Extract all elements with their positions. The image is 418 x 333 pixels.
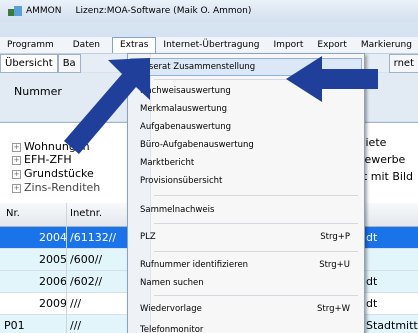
header-inetnr[interactable]: Inetnr. — [70, 208, 102, 219]
cell-inetnr: /600// — [70, 253, 103, 266]
menu-item-plz[interactable]: PLZ Strg+P — [130, 228, 360, 246]
menu-item-sammelnachweis[interactable]: Sammelnachweis — [130, 201, 360, 219]
menu-programm[interactable]: Programm — [0, 37, 61, 53]
menu-item-marktbericht[interactable]: Marktbericht — [130, 154, 360, 172]
shortcut-label: Strg+U — [319, 260, 350, 270]
cell-nr: P01 — [4, 319, 25, 332]
cell-nr: 2005 — [39, 253, 67, 266]
menu-separator — [154, 195, 358, 196]
shortcut-label: Strg+W — [317, 304, 350, 314]
menu-item-namen-suchen[interactable]: Namen suchen — [130, 274, 360, 292]
tree-item-zins-renditeh[interactable]: + Zins-Renditeh — [12, 181, 100, 194]
menu-daten[interactable]: Daten — [61, 37, 112, 53]
tree-item-grundstuecke[interactable]: + Grundstücke — [12, 167, 94, 180]
menu-separator — [154, 295, 358, 296]
cell-inetnr: /// — [70, 297, 82, 310]
cell-nr: 2009 — [39, 297, 67, 310]
expand-icon[interactable]: + — [12, 184, 21, 193]
cell-location: dt — [366, 275, 378, 288]
menu-separator — [154, 251, 358, 252]
column-separator — [66, 203, 67, 333]
tab-internet[interactable]: rnet — [388, 54, 418, 73]
cell-location: Stadtmitte — [366, 319, 418, 332]
menu-export[interactable]: Export — [310, 37, 353, 53]
menu-import[interactable]: Import — [267, 37, 311, 53]
menu-item-provisionsuebersicht[interactable]: Provisionsübersicht — [130, 172, 360, 190]
app-name: AMMON — [26, 6, 62, 16]
menu-item-aufgabenauswertung[interactable]: Aufgabenauswertung — [130, 118, 360, 136]
menu-extras[interactable]: Extras — [111, 37, 157, 53]
cell-nr: 2004 — [39, 231, 67, 244]
cell-location: dt — [366, 231, 378, 244]
menu-item-telefonmonitor[interactable]: Telefonmonitor — [130, 321, 360, 333]
menu-internet-uebertragung[interactable]: Internet-Übertragung — [156, 37, 266, 53]
expand-icon[interactable]: + — [12, 156, 21, 165]
expand-icon[interactable]: + — [12, 143, 21, 152]
menu-item-wiedervorlage[interactable]: Wiedervorlage Strg+W — [130, 300, 360, 318]
pointer-arrow-extras-icon — [64, 58, 150, 154]
window-title: Lizenz:MOA-Software (Maik O. Ammon) — [75, 6, 252, 16]
expand-icon[interactable]: + — [12, 170, 21, 179]
app-window: AMMON Lizenz:MOA-Software (Maik O. Ammon… — [0, 0, 418, 333]
tab-uebersicht[interactable]: Übersicht — [0, 54, 58, 73]
menu-markierung[interactable]: Markierung — [354, 37, 418, 53]
cell-inetnr: /61132// — [70, 231, 117, 244]
cell-location: dt — [366, 297, 378, 310]
shortcut-label: Strg+P — [320, 232, 350, 242]
pointer-arrow-menu-item-icon — [286, 56, 378, 102]
menu-separator — [154, 223, 358, 224]
cell-inetnr: /// — [70, 319, 82, 332]
ammon-app-icon — [8, 5, 22, 17]
title-bar: AMMON Lizenz:MOA-Software (Maik O. Ammon… — [0, 0, 418, 22]
menu-item-rufnummer-identifizieren[interactable]: Rufnummer identifizieren Strg+U — [130, 256, 360, 274]
cell-inetnr: /602// — [70, 275, 103, 288]
menu-item-buero-aufgabenauswertung[interactable]: Büro-Aufgabenauswertung — [130, 136, 360, 154]
header-nr[interactable]: Nr. — [6, 208, 20, 219]
menu-bar: Programm Daten Extras Internet-Übertragu… — [0, 37, 418, 54]
cell-nr: 2006 — [39, 275, 67, 288]
